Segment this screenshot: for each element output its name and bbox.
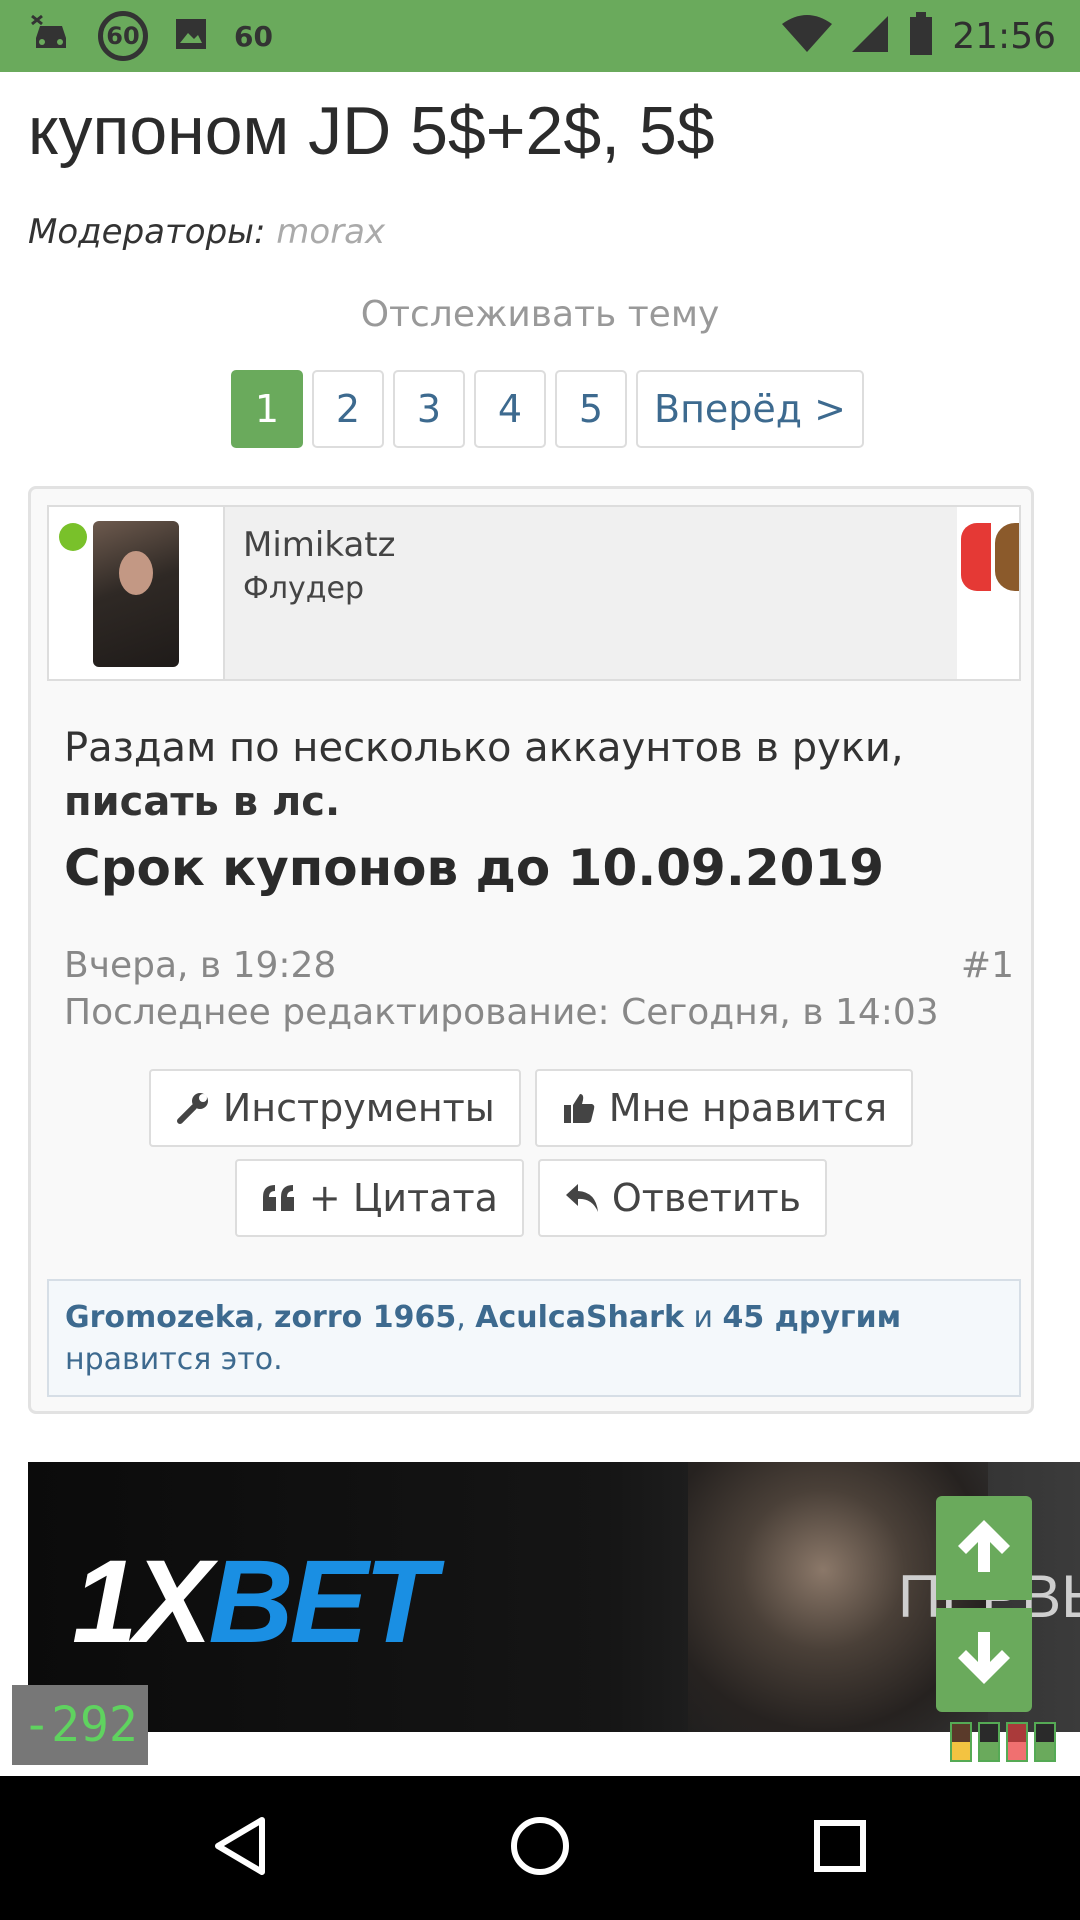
debug-bars (950, 1722, 1056, 1762)
reply-button[interactable]: Ответить (537, 1159, 828, 1237)
post-actions-row-1: Инструменты Мне нравится (31, 1069, 1031, 1147)
status-bar-right: 21:56 (782, 12, 1056, 60)
liker-link[interactable]: Gromozeka (65, 1300, 255, 1335)
status-bar: 60 60 21:56 (0, 0, 1080, 72)
quote-button[interactable]: + Цитата (234, 1159, 524, 1237)
ad-logo-bet: BET (208, 1536, 436, 1668)
post-card: Mimikatz Флудер Раздам по несколько акка… (28, 486, 1034, 1414)
scroll-up-button[interactable] (936, 1496, 1032, 1600)
quote-label: + Цитата (308, 1176, 498, 1220)
battery-icon (908, 12, 934, 60)
likes-suffix: нравится это. (65, 1342, 283, 1377)
wifi-icon (782, 14, 833, 58)
post-actions-row-2: + Цитата Ответить (31, 1159, 1031, 1237)
car-icon (30, 14, 72, 58)
recents-button[interactable] (804, 1812, 876, 1884)
post-message: Раздам по несколько аккаунтов в руки, пи… (64, 725, 994, 897)
image-icon (174, 17, 208, 55)
cookie-badge-icon (995, 523, 1019, 591)
arrow-up-icon (952, 1514, 1016, 1582)
username[interactable]: Mimikatz (243, 525, 939, 565)
likes-separator: , (254, 1300, 274, 1335)
online-indicator (59, 523, 87, 551)
recents-icon (813, 1819, 867, 1877)
post-header: Mimikatz Флудер (47, 505, 1021, 681)
page-button-1[interactable]: 1 (231, 370, 303, 448)
status-time: 21:56 (952, 15, 1056, 57)
reply-icon (564, 1180, 600, 1216)
debug-bar (1034, 1722, 1056, 1762)
debug-bar (950, 1722, 972, 1762)
debug-bar (978, 1722, 1000, 1762)
ad-logo: 1XBET (72, 1534, 436, 1670)
page-button-3[interactable]: 3 (393, 370, 465, 448)
thread-title: купоном JD 5$+2$, 5$ (28, 93, 715, 169)
signal-icon (850, 14, 890, 58)
pagination: 1 2 3 4 5 Вперёд > (231, 370, 864, 448)
scroll-down-button[interactable] (936, 1608, 1032, 1712)
status-text: 60 (234, 19, 273, 53)
avatar-box (49, 507, 225, 679)
quote-icon (261, 1180, 297, 1216)
like-label: Мне нравится (608, 1086, 888, 1130)
ad-logo-1x: 1X (72, 1536, 212, 1668)
moderators-label: Модераторы: (28, 212, 266, 252)
message-heading: Срок купонов до 10.09.2019 (64, 839, 884, 897)
page-button-2[interactable]: 2 (312, 370, 384, 448)
edited-note: Последнее редактирование: Сегодня, в 14:… (64, 992, 939, 1033)
avatar[interactable] (93, 521, 179, 667)
home-icon (509, 1815, 571, 1881)
next-page-button[interactable]: Вперёд > (636, 370, 864, 448)
home-button[interactable] (504, 1812, 576, 1884)
message-line-bold: писать в лс. (64, 779, 341, 825)
youtube-badge-icon (961, 523, 991, 591)
post-number[interactable]: #1 (961, 945, 1014, 986)
page-button-4[interactable]: 4 (474, 370, 546, 448)
moderators-line: Модераторы: morax (28, 212, 385, 252)
debug-bar (1006, 1722, 1028, 1762)
scroll-counter: -292 (12, 1685, 148, 1765)
reply-label: Ответить (611, 1176, 802, 1220)
likes-separator: , (456, 1300, 476, 1335)
page-button-5[interactable]: 5 (555, 370, 627, 448)
liker-link[interactable]: AculcaShark (475, 1300, 684, 1335)
watch-thread-link[interactable]: Отслеживать тему (0, 294, 1080, 335)
user-title: Флудер (243, 571, 364, 606)
likes-others-link[interactable]: 45 другим (722, 1300, 901, 1335)
like-button[interactable]: Мне нравится (534, 1069, 914, 1147)
tools-button[interactable]: Инструменты (148, 1069, 521, 1147)
back-button[interactable] (204, 1812, 276, 1884)
post-meta: Вчера, в 19:28 #1 Последнее редактирован… (64, 945, 1014, 1033)
android-nav-bar (0, 1776, 1080, 1920)
liker-link[interactable]: zorro 1965 (274, 1300, 456, 1335)
post-date[interactable]: Вчера, в 19:28 (64, 945, 1014, 986)
user-info: Mimikatz Флудер (225, 507, 957, 679)
thumbs-up-icon (561, 1090, 597, 1126)
likes-summary: Gromozeka, zorro 1965, AculcaShark и 45 … (47, 1279, 1021, 1397)
tools-label: Инструменты (222, 1086, 495, 1130)
arrow-down-icon (952, 1626, 1016, 1694)
back-icon (212, 1816, 268, 1880)
status-bar-left: 60 60 (30, 11, 273, 61)
likes-and: и (683, 1300, 723, 1335)
ad-banner[interactable]: 1XBET ПЕРВЫ (28, 1462, 1080, 1732)
speed-badge: 60 (98, 11, 148, 61)
user-badges (953, 515, 1019, 595)
moderator-link[interactable]: morax (276, 212, 385, 252)
wrench-icon (175, 1090, 211, 1126)
message-line: Раздам по несколько аккаунтов в руки, (64, 725, 904, 771)
